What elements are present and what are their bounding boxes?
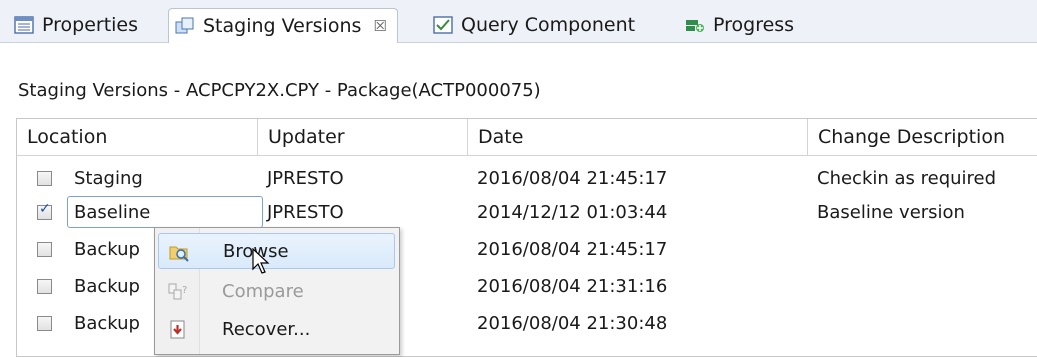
context-menu: Browse ? Compare Recover...: [154, 227, 400, 355]
view-tab-bar: Properties Staging Versions ☒ Query Comp…: [0, 0, 1037, 43]
row-checkbox[interactable]: [37, 201, 52, 220]
tab-label: Query Component: [461, 14, 636, 36]
row-checkbox[interactable]: [37, 171, 52, 186]
tab-staging-versions[interactable]: Staging Versions ☒: [168, 8, 398, 43]
compare-icon: ?: [168, 282, 188, 302]
tab-properties[interactable]: Properties: [14, 8, 138, 42]
tab-progress[interactable]: Progress: [685, 8, 794, 42]
date-cell: 2016/08/04 21:31:16: [477, 276, 668, 297]
close-icon[interactable]: ☒: [373, 17, 386, 35]
column-header-change-description[interactable]: Change Description: [808, 119, 1037, 156]
table-header: Location Updater Date Change Description: [17, 119, 1037, 156]
description-cell: Baseline version: [817, 202, 965, 223]
date-cell: 2016/08/04 21:45:17: [477, 168, 668, 189]
menu-item-recover[interactable]: Recover...: [158, 312, 395, 348]
query-component-icon: [433, 16, 453, 34]
mouse-cursor-icon: [252, 247, 272, 281]
progress-icon: [685, 16, 705, 34]
browse-icon: [169, 242, 189, 262]
menu-item-label: Recover...: [222, 319, 311, 340]
tab-query-component[interactable]: Query Component: [433, 8, 635, 42]
column-header-date[interactable]: Date: [468, 119, 808, 156]
recover-icon: [168, 320, 188, 340]
tab-label: Staging Versions: [203, 15, 362, 37]
date-cell: 2014/12/12 01:03:44: [477, 202, 668, 223]
description-cell: Checkin as required: [817, 168, 997, 189]
tab-label: Properties: [42, 14, 139, 36]
row-checkbox[interactable]: [37, 279, 52, 294]
staging-versions-icon: [175, 17, 195, 35]
description-cell: [808, 305, 817, 343]
column-header-location[interactable]: Location: [17, 119, 258, 156]
location-cell: Backup: [74, 276, 140, 297]
location-cell: Backup: [74, 239, 140, 260]
table-row[interactable]: Staging JPRESTO 2016/08/04 21:45:17 Chec…: [17, 160, 1037, 198]
location-cell: Backup: [74, 313, 140, 334]
svg-text:?: ?: [182, 285, 187, 296]
date-cell: 2016/08/04 21:30:48: [477, 313, 668, 334]
view-title: Staging Versions - ACPCPY2X.CPY - Packag…: [18, 80, 541, 101]
column-header-updater[interactable]: Updater: [258, 119, 468, 156]
date-cell: 2016/08/04 21:45:17: [477, 239, 668, 260]
tab-label: Progress: [713, 14, 795, 36]
description-cell: [808, 231, 817, 269]
description-cell: [808, 268, 817, 306]
row-checkbox[interactable]: [37, 242, 52, 257]
menu-item-compare[interactable]: ? Compare: [158, 274, 395, 310]
properties-icon: [14, 16, 34, 34]
location-cell: Staging: [74, 168, 143, 189]
location-cell: Baseline: [74, 202, 151, 223]
row-checkbox[interactable]: [37, 316, 52, 331]
menu-item-browse[interactable]: Browse: [158, 233, 395, 269]
updater-cell: JPRESTO: [267, 168, 344, 189]
